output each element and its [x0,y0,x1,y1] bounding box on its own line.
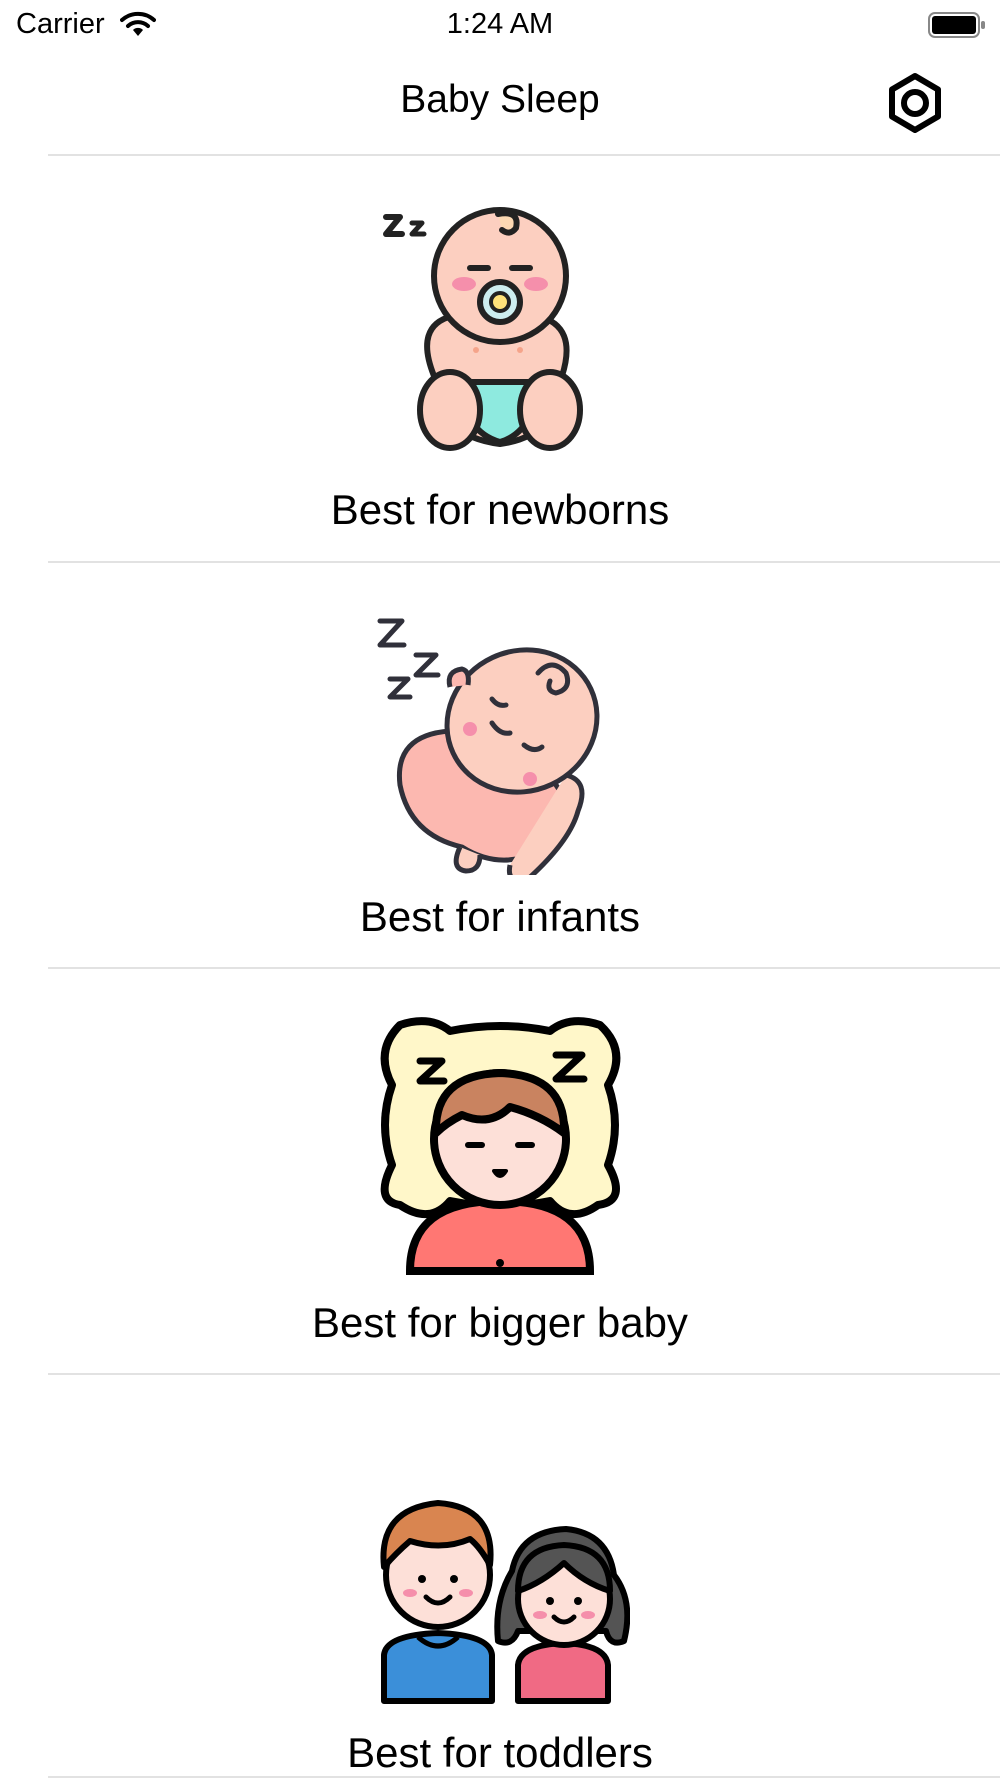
list-item-infants[interactable]: Best for infants [0,563,1000,967]
list-item-toddlers[interactable]: Best for toddlers [0,1375,1000,1779]
status-time: 1:24 AM [446,8,554,40]
list-item-label: Best for bigger baby [312,1299,688,1346]
sleeping-infant-icon [377,618,600,875]
battery-icon [928,10,988,45]
toddlers-icon [380,1500,630,1704]
child-on-pillow-icon [380,1017,621,1275]
settings-button[interactable] [884,72,946,134]
gear-icon [889,73,941,133]
list-item-label: Best for toddlers [347,1729,653,1776]
list-item-label: Best for newborns [330,486,670,533]
status-bar: Carrier 1:24 AM [0,0,1000,50]
sleeping-newborn-icon [383,207,583,451]
list-item-label: Best for infants [359,893,641,940]
list-item-newborns[interactable]: Best for newborns [0,156,1000,560]
list-item-bigger-baby[interactable]: Best for bigger baby [0,969,1000,1373]
page-title: Baby Sleep [400,78,600,121]
nav-bar: Baby Sleep [0,50,1000,154]
